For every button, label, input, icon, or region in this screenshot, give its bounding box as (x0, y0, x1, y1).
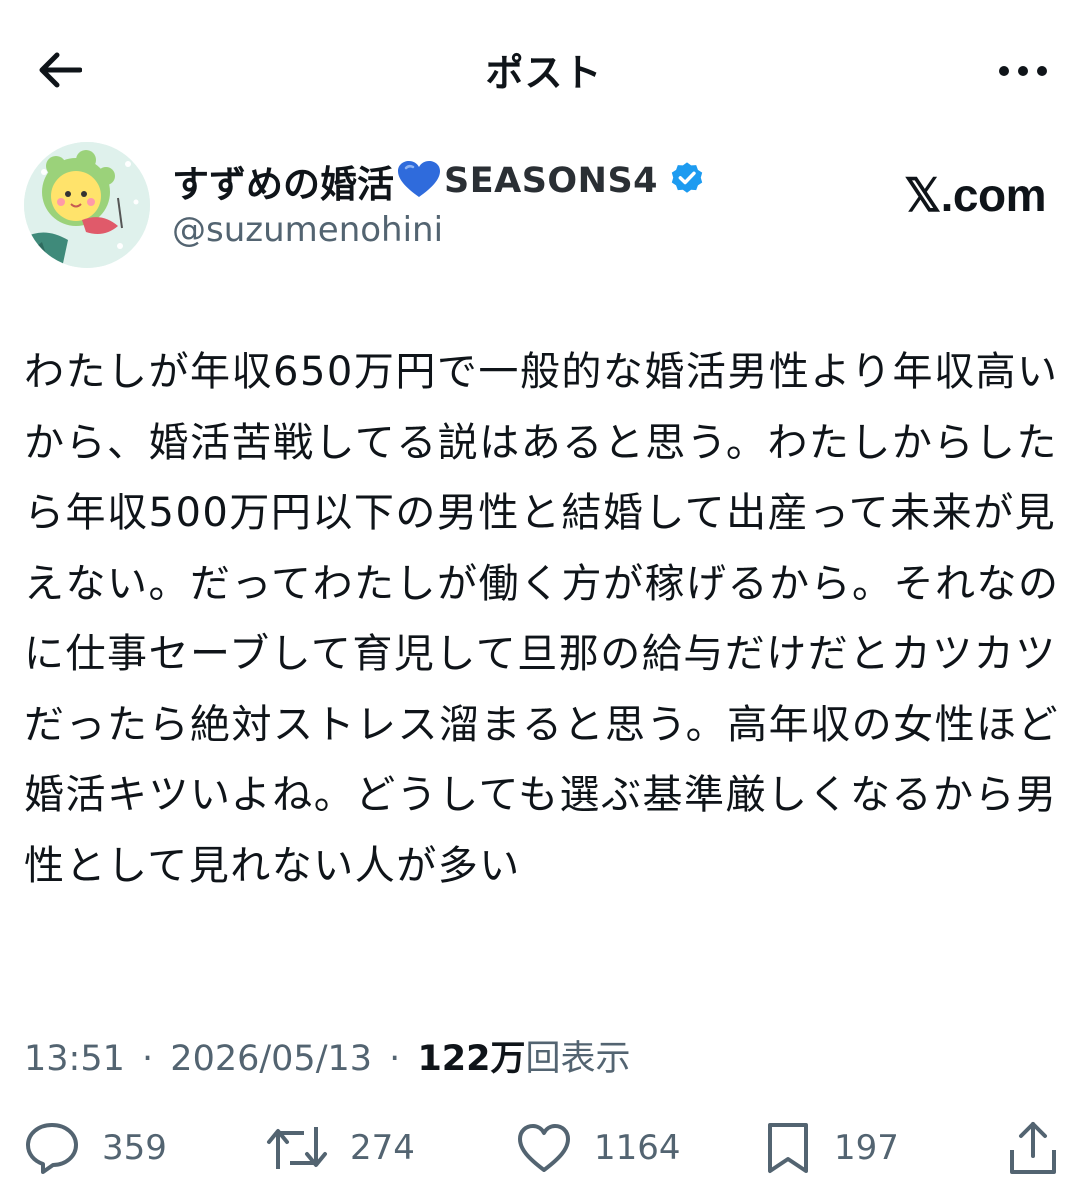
bookmark-icon (768, 1123, 808, 1173)
like-button[interactable]: 1164 (516, 1118, 681, 1178)
views-count[interactable]: 122万 (417, 1039, 525, 1079)
post-date[interactable]: 2026/05/13 (170, 1039, 372, 1079)
heart-icon (518, 1124, 570, 1172)
action-bar: 359 274 1164 197 (0, 1118, 1088, 1178)
repost-icon (267, 1127, 327, 1169)
author-name-suffix: SEASONS4 (444, 161, 659, 201)
more-options-button[interactable] (988, 46, 1058, 96)
views-label: 回表示 (525, 1039, 631, 1079)
post-meta: 13:51 · 2026/05/13 · 122万回表示 (24, 1030, 631, 1081)
bookmark-button[interactable]: 197 (764, 1118, 899, 1178)
share-button[interactable] (1008, 1118, 1058, 1178)
repost-button[interactable]: 274 (266, 1118, 415, 1178)
post-text: わたしが年収650万円で一般的な婚活男性より年収高いから、婚活苦戦してる説はある… (24, 349, 1060, 889)
meta-separator: · (389, 1039, 401, 1079)
verified-badge-icon (668, 160, 706, 202)
reply-icon (26, 1123, 78, 1174)
like-count: 1164 (594, 1128, 681, 1168)
reply-count: 359 (102, 1128, 167, 1168)
author-name-row[interactable]: すずめの婚活 SEASONS4 (172, 156, 706, 206)
meta-separator: · (142, 1039, 154, 1079)
blue-heart-icon (396, 159, 442, 203)
avatar[interactable] (24, 142, 150, 268)
post-time[interactable]: 13:51 (24, 1039, 125, 1079)
site-brand: 𝕏.com (904, 169, 1046, 221)
bookmark-count: 197 (834, 1128, 899, 1168)
avatar-image (24, 142, 150, 268)
share-icon (1010, 1122, 1056, 1174)
page-title: ポスト (485, 51, 603, 95)
reply-button[interactable]: 359 (24, 1118, 167, 1178)
author-display-name: すずめの婚活 (172, 163, 394, 206)
author-handle[interactable]: @suzumenohini (172, 210, 443, 250)
top-bar: ポスト (0, 0, 1088, 140)
repost-count: 274 (350, 1128, 415, 1168)
more-icon (999, 66, 1047, 76)
